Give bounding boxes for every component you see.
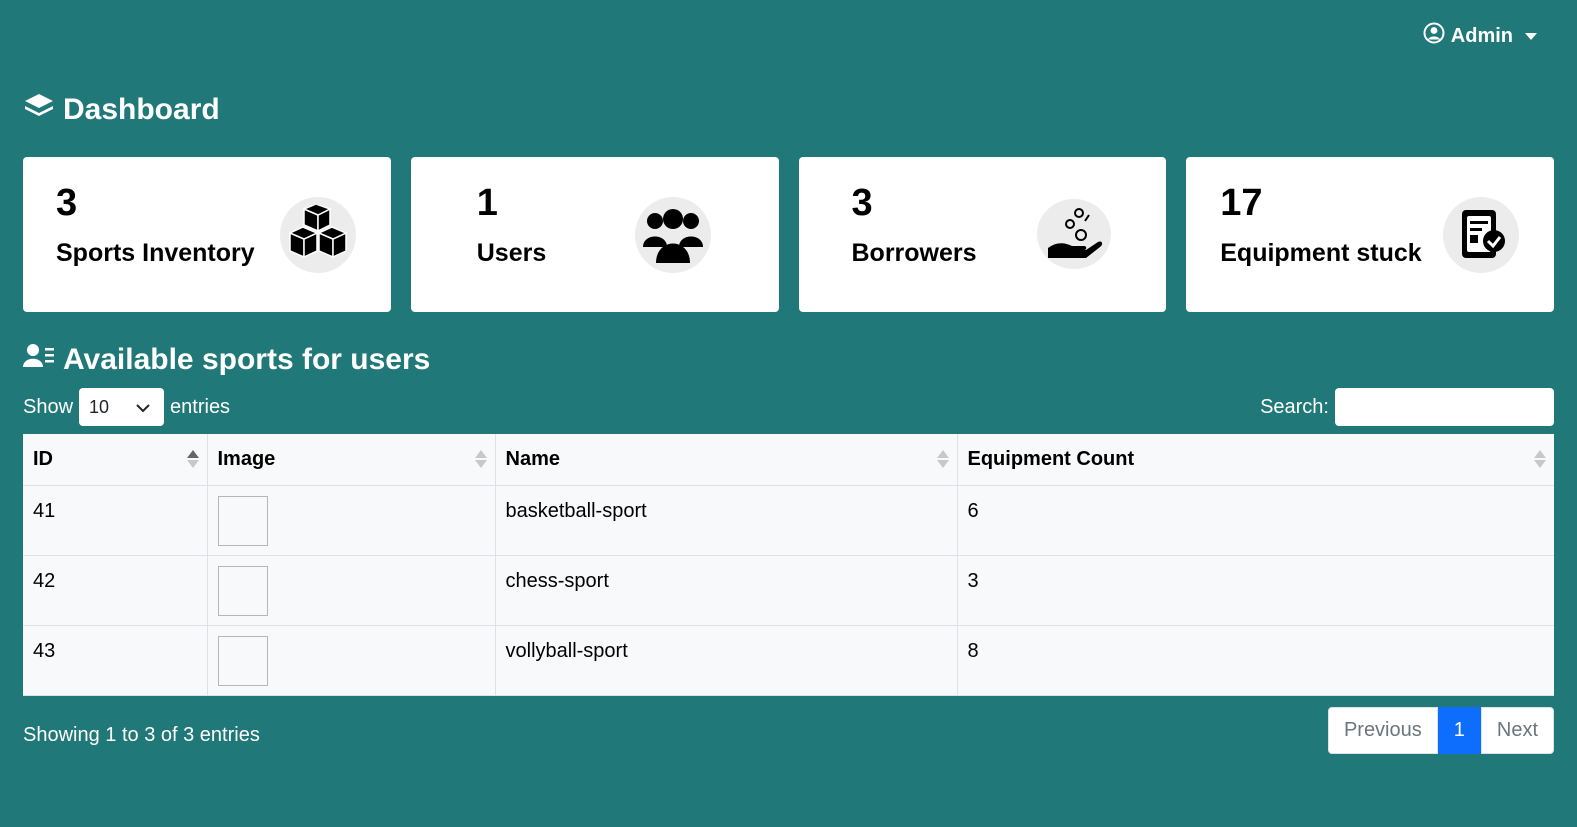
cell-id: 41 [23, 485, 208, 556]
card-count: 3 [56, 182, 78, 224]
broken-image-icon [217, 635, 268, 686]
user-list-icon [23, 343, 55, 377]
entries-select[interactable]: 10 [79, 388, 165, 426]
table-row: 42 chess-sport 3 [23, 555, 1554, 626]
card-label: Sports Inventory [56, 239, 255, 267]
table-header-row: ID Image Name Equipment Count [23, 434, 1554, 486]
boxes-icon [280, 197, 356, 273]
cell-count: 8 [957, 625, 1554, 696]
cell-image [207, 625, 496, 696]
card-label: Borrowers [851, 239, 977, 267]
cell-image [207, 555, 496, 626]
card-sports-inventory[interactable]: 3 Sports Inventory [23, 157, 391, 312]
cell-name: basketball-sport [495, 485, 958, 556]
table-row: 43 vollyball-sport 8 [23, 625, 1554, 696]
users-group-icon [634, 197, 711, 273]
card-count: 1 [476, 182, 498, 224]
column-header-id[interactable]: ID [23, 434, 208, 486]
next-button[interactable]: Next [1480, 707, 1554, 754]
card-count: 3 [851, 182, 873, 224]
sort-icon [1534, 450, 1546, 469]
user-menu-label: Admin [1450, 24, 1513, 47]
cell-name: chess-sport [495, 555, 958, 626]
entries-label: entries [170, 395, 231, 418]
card-equipment-stuck[interactable]: 17 Equipment stuck [1186, 157, 1554, 312]
cell-id: 43 [23, 625, 208, 696]
cell-count: 3 [957, 555, 1554, 626]
cell-name: vollyball-sport [495, 625, 958, 696]
show-label: Show [23, 395, 74, 418]
sports-table: ID Image Name Equipment Count 41 basketb… [23, 434, 1554, 696]
cell-count: 6 [957, 485, 1554, 556]
user-circle-icon [1423, 22, 1445, 50]
cell-id: 42 [23, 555, 208, 626]
pagination: Previous 1 Next [1327, 707, 1554, 754]
column-header-label: Image [217, 447, 276, 470]
card-label: Equipment stuck [1220, 239, 1422, 267]
column-header-name[interactable]: Name [495, 434, 958, 486]
section-title-text: Available sports for users [63, 343, 431, 376]
broken-image-icon [217, 495, 268, 546]
table-info: Showing 1 to 3 of 3 entries [23, 724, 260, 746]
stat-cards: 3 Sports Inventory 1 Users 3 Borrowers 1… [23, 157, 1554, 312]
column-header-label: Name [505, 447, 560, 470]
entries-select-value: 10 [89, 396, 110, 417]
layers-icon [23, 92, 55, 128]
table-controls: Show 10 entries Search: [23, 388, 1554, 426]
sort-icon [936, 450, 949, 469]
caret-down-icon [1525, 32, 1537, 40]
cell-image [207, 485, 496, 556]
document-check-icon [1443, 197, 1520, 273]
card-count: 17 [1220, 182, 1263, 224]
column-header-label: ID [33, 447, 53, 470]
column-header-equipment-count[interactable]: Equipment Count [957, 434, 1554, 486]
section-title: Available sports for users [23, 343, 430, 377]
page-1-button[interactable]: 1 [1437, 707, 1481, 754]
page-title-text: Dashboard [63, 93, 220, 126]
sort-icon [186, 450, 199, 469]
broken-image-icon [217, 565, 268, 616]
chevron-down-icon [136, 397, 150, 418]
search-input[interactable] [1335, 388, 1554, 426]
user-menu[interactable]: Admin [1423, 22, 1537, 50]
sort-icon [474, 450, 487, 469]
card-borrowers[interactable]: 3 Borrowers [798, 157, 1167, 312]
card-label: Users [476, 239, 547, 267]
page-title: Dashboard [23, 92, 220, 128]
search-label: Search: [1260, 395, 1329, 418]
card-users[interactable]: 1 Users [410, 157, 779, 312]
previous-button[interactable]: Previous [1327, 707, 1438, 754]
table-row: 41 basketball-sport 6 [23, 485, 1554, 556]
hand-coins-icon [1036, 199, 1111, 269]
column-header-label: Equipment Count [967, 447, 1135, 470]
column-header-image[interactable]: Image [207, 434, 496, 486]
